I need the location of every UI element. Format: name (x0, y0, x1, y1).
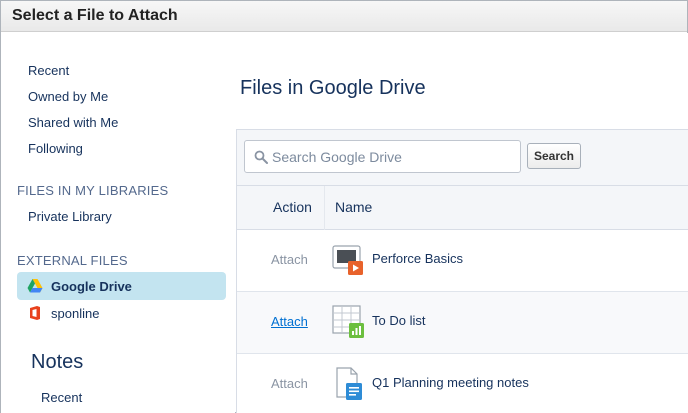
main-content: Files in Google Drive Search Action (236, 33, 688, 413)
attach-link[interactable]: Attach (271, 376, 308, 391)
google-drive-icon (27, 278, 43, 294)
document-file-icon (331, 367, 365, 401)
attach-link[interactable]: Attach (271, 252, 308, 267)
column-header-name[interactable]: Name (335, 199, 372, 215)
attach-link[interactable]: Attach (271, 314, 308, 329)
presentation-file-icon (331, 243, 365, 277)
search-icon (254, 150, 268, 164)
sidebar-item-label: Google Drive (51, 279, 132, 294)
notes-heading: Notes (31, 351, 84, 373)
notes-item-recent[interactable]: Recent (41, 390, 82, 405)
file-name[interactable]: To Do list (372, 313, 425, 328)
sidebar-item-google-drive[interactable]: Google Drive (17, 272, 226, 300)
search-button[interactable]: Search (527, 143, 581, 169)
table-row: Attach Q1 Planning meeting notes (237, 354, 688, 413)
sidebar-item-owned-by-me[interactable]: Owned by Me (28, 89, 108, 104)
column-divider (324, 186, 325, 230)
spreadsheet-file-icon (331, 305, 365, 339)
sidebar-item-label: sponline (51, 306, 100, 321)
sidebar-item-shared-with-me[interactable]: Shared with Me (28, 115, 118, 130)
sidebar-item-sponline[interactable]: sponline (17, 299, 226, 327)
sidebar: Recent Owned by Me Shared with Me Follow… (1, 33, 235, 413)
column-header-action: Action (273, 199, 312, 215)
sidebar-item-following[interactable]: Following (28, 141, 83, 156)
page-title: Files in Google Drive (240, 77, 426, 99)
file-name[interactable]: Q1 Planning meeting notes (372, 375, 529, 390)
dialog-titlebar: Select a File to Attach (1, 1, 687, 32)
files-panel: Search Action Name Attach Perforce Ba (236, 129, 688, 413)
search-input[interactable] (272, 141, 517, 172)
table-row: Attach Perforce Basics (237, 230, 688, 292)
table-row: Attach To Do list (237, 292, 688, 354)
search-box (244, 140, 521, 173)
table-header: Action Name (237, 186, 688, 230)
sidebar-item-recent[interactable]: Recent (28, 63, 69, 78)
dialog-title: Select a File to Attach (12, 7, 178, 24)
file-name[interactable]: Perforce Basics (372, 251, 463, 266)
office-icon (27, 305, 43, 321)
sidebar-item-private-library[interactable]: Private Library (28, 209, 112, 224)
section-heading-libraries: FILES IN MY LIBRARIES (17, 183, 169, 198)
search-bar: Search (237, 130, 688, 186)
section-heading-external-files: EXTERNAL FILES (17, 253, 128, 268)
attach-file-dialog: Select a File to Attach Recent Owned by … (0, 0, 688, 413)
